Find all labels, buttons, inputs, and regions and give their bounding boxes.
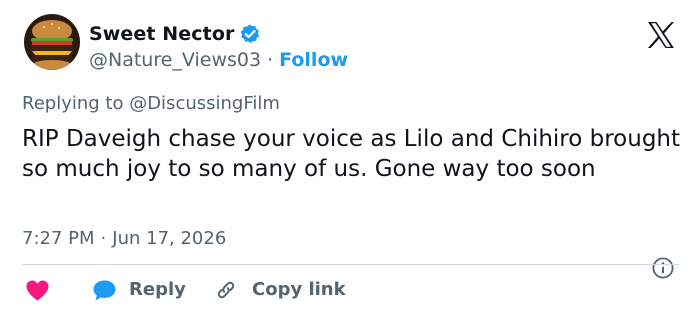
timestamp-separator: · <box>100 228 107 249</box>
burger-avatar-image <box>24 14 80 70</box>
author-name-row: Sweet Nector <box>89 22 261 46</box>
x-logo-icon[interactable] <box>644 18 678 52</box>
action-bar: Reply Copy link <box>0 274 700 306</box>
follow-button[interactable]: Follow <box>279 49 348 71</box>
author-handle-row: @Nature_Views03 · Follow <box>89 48 348 72</box>
tweet-timestamp[interactable]: 7:27 PM · Jun 17, 2026 <box>22 228 226 249</box>
link-icon[interactable] <box>214 278 238 302</box>
reply-bubble-icon[interactable] <box>92 279 117 302</box>
tweet-date: Jun 17, 2026 <box>112 228 227 249</box>
handle-separator: · <box>267 49 274 71</box>
replying-to-context[interactable]: Replying to @DiscussingFilm <box>22 93 280 114</box>
author-handle[interactable]: @Nature_Views03 <box>89 49 261 71</box>
tweet-text: RIP Daveigh chase your voice as Lilo and… <box>22 126 681 182</box>
divider <box>22 264 679 265</box>
verified-badge-icon <box>239 23 261 45</box>
display-name[interactable]: Sweet Nector <box>89 23 234 45</box>
reply-button[interactable]: Reply <box>129 279 186 300</box>
tweet-card: Sweet Nector @Nature_Views03 · Follow Re… <box>0 0 700 318</box>
avatar[interactable] <box>24 14 80 70</box>
tweet-time: 7:27 PM <box>22 228 95 249</box>
heart-icon[interactable] <box>25 279 50 302</box>
copy-link-button[interactable]: Copy link <box>252 279 346 300</box>
